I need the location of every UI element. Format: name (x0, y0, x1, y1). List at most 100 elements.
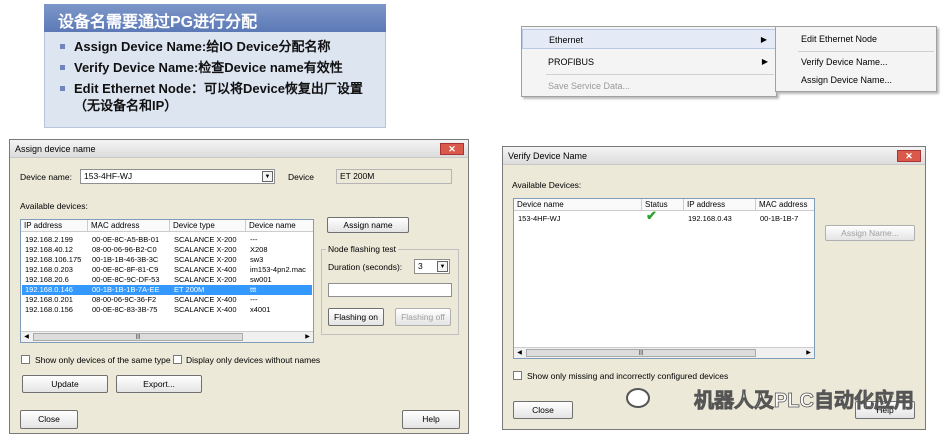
cell-name: --- (250, 235, 258, 244)
available-devices-table[interactable]: IP address MAC address Device type Devic… (20, 219, 314, 343)
ethernet-submenu: Edit Ethernet Node Verify Device Name...… (775, 26, 937, 92)
table-row[interactable]: 192.168.20.6 00-0E-8C-9C-DF-53 SCALANCE … (22, 275, 312, 285)
cell-ip: 192.168.0.156 (25, 305, 73, 314)
cell-type: SCALANCE X-400 (174, 295, 237, 304)
device-name-select[interactable]: 153-4HF-WJ ▼ (80, 169, 275, 184)
table-row[interactable]: 192.168.40.12 08-00-06-96-B2-C0 SCALANCE… (22, 245, 312, 255)
flashing-off-button[interactable]: Flashing off (395, 308, 451, 326)
close-icon[interactable]: ✕ (440, 143, 464, 155)
info-bullet-list: Assign Device Name:给IO Device分配名称 Verify… (56, 38, 376, 118)
duration-value: 3 (418, 261, 423, 271)
cell-name: im153-4pn2.mac (250, 265, 306, 274)
scroll-left-icon[interactable]: ◀ (21, 332, 32, 342)
menu-item-verify-device-name[interactable]: Verify Device Name... (776, 52, 936, 72)
info-title: 设备名需要通过PG进行分配 (58, 14, 258, 31)
cell-mac: 00-0E-8C-83-3B-75 (92, 305, 158, 314)
close-button[interactable]: Close (513, 401, 573, 419)
bullet-text: Assign Device Name:给IO Device分配名称 (74, 39, 331, 54)
column-header-ip[interactable]: IP address (684, 199, 756, 211)
verify-devices-table[interactable]: Device name Status IP address MAC addres… (513, 198, 815, 359)
cell-type: SCALANCE X-400 (174, 305, 237, 314)
cell-mac: 00-0E-8C-8F-81-C9 (92, 265, 159, 274)
chevron-down-icon[interactable]: ▼ (437, 261, 448, 272)
column-header-mac[interactable]: MAC address (88, 220, 170, 232)
column-header-mac[interactable]: MAC address (756, 199, 814, 211)
menu-item-ethernet[interactable]: Ethernet ▶ (522, 29, 776, 49)
table-row[interactable]: 192.168.106.175 00-1B-1B-46-3B-3C SCALAN… (22, 255, 312, 265)
menu-item-profibus[interactable]: PROFIBUS ▶ (522, 52, 776, 72)
same-type-label: Show only devices of the same type (35, 355, 171, 365)
menu-item-label: PROFIBUS (548, 57, 595, 67)
bullet-square-icon (60, 86, 65, 91)
cell-type: SCALANCE X-200 (174, 255, 237, 264)
assign-name-button[interactable]: Assign Name... (825, 225, 915, 241)
submenu-arrow-icon: ▶ (760, 35, 767, 44)
menu-item-label: Verify Device Name... (801, 57, 888, 67)
table-row[interactable]: 192.168.0.156 00-0E-8C-83-3B-75 SCALANCE… (22, 305, 312, 315)
cell-mac: 08-00-06-9C-36-F2 (92, 295, 157, 304)
scroll-thumb[interactable]: ||| (526, 349, 756, 357)
cell-mac: 00-1B-1B-7 (760, 214, 799, 223)
missing-devices-checkbox[interactable] (513, 371, 522, 380)
horizontal-scrollbar[interactable]: ◀ ||| ▶ (21, 331, 313, 342)
close-icon[interactable]: ✕ (897, 150, 921, 162)
flashing-on-button[interactable]: Flashing on (328, 308, 384, 326)
cell-name: X208 (250, 245, 268, 254)
same-type-checkbox[interactable] (21, 355, 30, 364)
table-row[interactable]: 192.168.0.203 00-0E-8C-8F-81-C9 SCALANCE… (22, 265, 312, 275)
menu-item-edit-ethernet-node[interactable]: Edit Ethernet Node (776, 29, 936, 49)
menu-item-label: Save Service Data... (548, 81, 631, 91)
horizontal-scrollbar[interactable]: ◀ ||| ▶ (514, 347, 814, 358)
cell-type: SCALANCE X-200 (174, 235, 237, 244)
cell-ip: 192.168.0.203 (25, 265, 73, 274)
table-row[interactable]: 153-4HF-WJ ✔ 192.168.0.43 00-1B-1B-7 (515, 208, 813, 224)
info-title-bar: 设备名需要通过PG进行分配 (44, 4, 386, 32)
cell-ip: 192.168.2.199 (25, 235, 73, 244)
scroll-right-icon[interactable]: ▶ (302, 332, 313, 342)
column-header-ip[interactable]: IP address (21, 220, 88, 232)
cell-ip: 192.168.40.12 (25, 245, 73, 254)
menu-item-save-service-data[interactable]: Save Service Data... (522, 76, 776, 96)
info-bullet: Assign Device Name:给IO Device分配名称 (56, 38, 376, 55)
without-names-checkbox[interactable] (173, 355, 182, 364)
menu-item-assign-device-name[interactable]: Assign Device Name... (776, 70, 936, 90)
menu-item-label: Edit Ethernet Node (801, 34, 878, 44)
column-header-device-name[interactable]: Device name (246, 220, 313, 232)
column-header-device-type[interactable]: Device type (170, 220, 246, 232)
assign-name-button[interactable]: Assign name (327, 217, 409, 233)
duration-select[interactable]: 3 ▼ (414, 259, 450, 274)
assign-device-name-dialog: Assign device name ✕ Device name: 153-4H… (9, 139, 469, 434)
help-button[interactable]: Help (402, 410, 460, 429)
device-label: Device (288, 172, 314, 182)
bullet-text: Edit Ethernet Node：可以将Device恢复出厂设置（无设备名和… (74, 81, 363, 113)
table-row[interactable]: 192.168.0.201 08-00-06-9C-36-F2 SCALANCE… (22, 295, 312, 305)
table-row-selected[interactable]: 192.168.0.146 00-1B-1B-1B-7A-EE ET 200M … (22, 285, 312, 295)
device-type-value: ET 200M (340, 171, 375, 181)
scroll-thumb[interactable]: ||| (33, 333, 243, 341)
cell-mac: 08-00-06-96-B2-C0 (92, 245, 157, 254)
menu-separator (546, 74, 774, 75)
cell-ip: 192.168.0.146 (25, 285, 73, 294)
watermark: 机器人及PLC自动化应用 (694, 390, 915, 413)
cell-type: SCALANCE X-200 (174, 275, 237, 284)
export-button[interactable]: Export... (116, 375, 202, 393)
dialog-title: Assign device name (15, 144, 96, 154)
available-devices-label: Available devices: (20, 201, 88, 211)
checkmark-icon: ✔ (646, 208, 657, 223)
column-header-device-name[interactable]: Device name (514, 199, 642, 211)
scroll-left-icon[interactable]: ◀ (514, 348, 525, 358)
device-name-label: Device name: (20, 172, 72, 182)
close-button[interactable]: Close (20, 410, 78, 429)
menu-item-label: Ethernet (549, 35, 584, 45)
cell-mac: 00-0E-8C-A5-BB-01 (92, 235, 160, 244)
table-row[interactable]: 192.168.2.199 00-0E-8C-A5-BB-01 SCALANCE… (22, 235, 312, 245)
context-menu: Ethernet ▶ PROFIBUS ▶ Save Service Data.… (521, 26, 777, 97)
cell-mac: 00-1B-1B-1B-7A-EE (92, 285, 160, 294)
chevron-down-icon[interactable]: ▼ (262, 171, 273, 182)
scroll-right-icon[interactable]: ▶ (803, 348, 814, 358)
info-bullet: Edit Ethernet Node：可以将Device恢复出厂设置（无设备名和… (56, 80, 376, 114)
device-name-value: 153-4HF-WJ (84, 171, 133, 181)
update-button[interactable]: Update (22, 375, 108, 393)
cell-name: --- (250, 295, 258, 304)
cell-name: ttt (250, 285, 257, 294)
